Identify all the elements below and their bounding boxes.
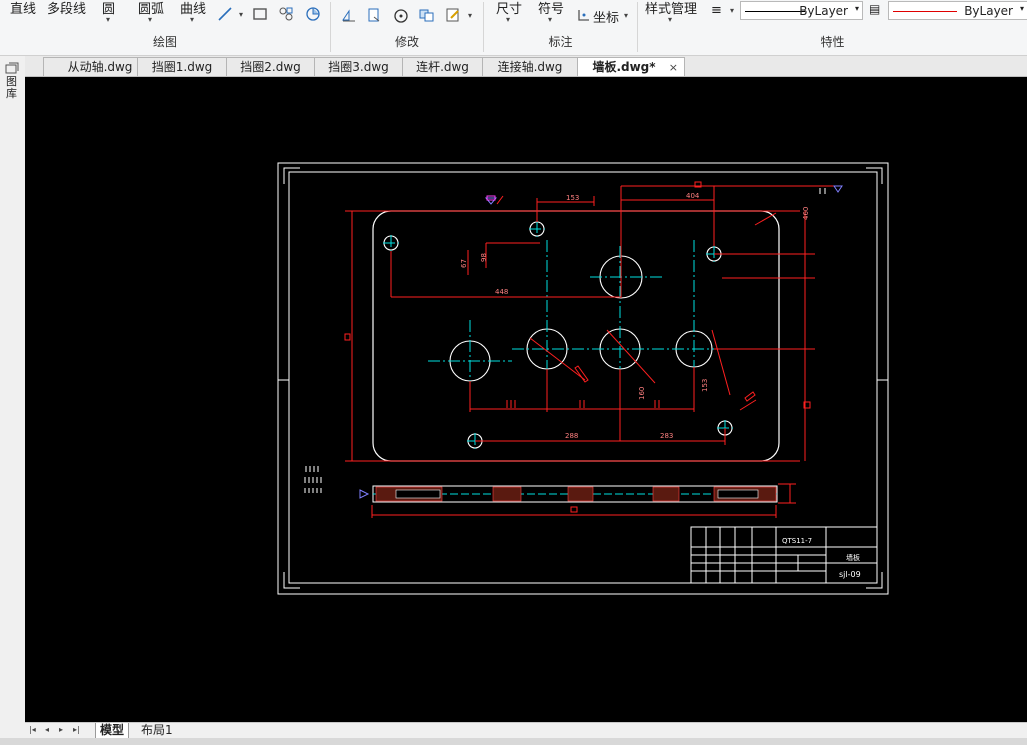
rotate-icon[interactable] [393,8,409,24]
dim-label-4: 98 [480,253,488,262]
library-label[interactable]: 图库 [6,76,18,100]
ribbon: 直线 多段线 圆 ▾ 圆弧 ▾ 曲线 ▾ ▾ 绘图 ▾ 修改 尺寸 ▾ 符号 ▾… [0,0,1027,56]
modify-group-title: 修改 [394,35,419,49]
line-type-dropdown[interactable]: ▾ [239,10,243,19]
drawing-canvas[interactable]: 153 404 67 98 448 288 283 160 153 460 QT… [25,77,1027,722]
hatch-icon[interactable] [278,6,294,22]
linetype-combo-arrow[interactable]: ▾ [855,4,859,13]
properties-group-title: 特性 [820,35,845,49]
title-block-code: QTS11-7 [782,537,812,545]
curve-dropdown[interactable]: ▾ [190,15,194,24]
dim-label-8: 160 [638,387,646,400]
ribbon-group-annotate: 尺寸 ▾ 符号 ▾ 坐标 ▾ 标注 [484,0,637,55]
ribbon-group-draw: 直线 多段线 圆 ▾ 圆弧 ▾ 曲线 ▾ ▾ 绘图 [0,0,330,55]
side-view-hatching [375,486,777,502]
symbol-dropdown[interactable]: ▾ [548,15,552,24]
dimension-dropdown[interactable]: ▾ [506,15,510,24]
linetype-value: ByLayer [799,4,848,18]
tab-qiangban[interactable]: 墙板.dwg* × [577,57,685,76]
line-pattern-icon: ▤ [869,2,881,16]
dimension-lines [345,185,834,518]
tab-dangquan3[interactable]: 挡圈3.dwg [314,57,403,76]
dimension-labels: 153 404 67 98 448 288 283 160 153 460 [460,192,810,440]
layout-tab-bar: |◂ ◂ ▸ ▸| 模型 布局1 [25,722,1027,739]
ribbon-group-properties: 样式管理 ▾ ≡ ▾ ByLayer ▾ ▤ ByLayer ▾ 特性 [638,0,1027,55]
construction-line-icon[interactable] [217,6,233,22]
mirror-icon[interactable] [341,7,357,23]
color-combo[interactable]: ByLayer ▾ [888,1,1027,20]
dim-label-9: 153 [701,379,709,392]
draw-group-title: 绘图 [152,35,177,49]
dim-label-1: 153 [566,194,579,202]
center-lines [383,221,733,449]
dim-label-3: 67 [460,259,468,268]
dim-label-6: 288 [565,432,578,440]
last-layout-icon[interactable]: ▸| [73,725,80,734]
color-combo-arrow[interactable]: ▾ [1020,4,1024,13]
copy-icon[interactable] [366,7,382,23]
region-icon[interactable] [305,6,321,22]
tab-dangquan2[interactable]: 挡圈2.dwg [226,57,315,76]
close-tab-icon[interactable]: × [669,58,678,77]
prev-layout-icon[interactable]: ◂ [45,725,49,734]
coordinate-icon[interactable] [576,7,592,23]
dim-label-5: 448 [495,288,508,296]
tab-dangquan1[interactable]: 挡圈1.dwg [137,57,227,76]
lineweight-dropdown[interactable]: ▾ [730,6,734,15]
polyline-button[interactable]: 多段线 [47,0,86,17]
rectangle-icon[interactable] [252,6,268,22]
title-block-number: sjl-09 [839,570,861,579]
edit-properties-icon[interactable] [445,7,461,23]
ribbon-group-modify: ▾ 修改 [331,0,483,55]
tab-liangan[interactable]: 连杆.dwg [402,57,483,76]
sheet-inner-border [288,171,878,584]
modify-dropdown[interactable]: ▾ [468,11,472,20]
title-block-name: 墙板 [846,553,860,562]
first-layout-icon[interactable]: |◂ [29,725,36,734]
annotate-group-title: 标注 [548,35,573,49]
style-manager-dropdown[interactable]: ▾ [668,15,672,24]
plate-holes [383,221,733,449]
dimension-tick-marks [344,181,811,513]
dim-label-7: 283 [660,432,673,440]
color-value: ByLayer [964,4,1013,18]
tab-lianjiezhou[interactable]: 连接轴.dwg [482,57,578,76]
dim-label-2: 404 [686,192,700,200]
coordinate-button[interactable]: 坐标 [593,7,619,26]
coordinate-dropdown[interactable]: ▾ [624,11,628,20]
tab-model[interactable]: 模型 [95,723,130,739]
library-icon[interactable] [5,62,19,74]
status-bar [0,738,1027,745]
tab-layout1[interactable]: 布局1 [137,723,177,738]
document-tab-bar: 从动轴.dwg 挡圈1.dwg 挡圈2.dwg 挡圈3.dwg 连杆.dwg 连… [25,56,1027,77]
arc-dropdown[interactable]: ▾ [148,15,152,24]
line-button[interactable]: 直线 [10,0,36,17]
left-palette-strip: 图库 [0,56,26,722]
drawing-svg: 153 404 67 98 448 288 283 160 153 460 QT… [277,162,889,595]
lineweight-icon[interactable]: ≡ [711,3,722,18]
linetype-combo[interactable]: ByLayer ▾ [740,1,863,20]
dim-label-10: 460 [802,207,810,220]
array-icon[interactable] [419,7,435,23]
next-layout-icon[interactable]: ▸ [59,725,63,734]
circle-dropdown[interactable]: ▾ [106,15,110,24]
